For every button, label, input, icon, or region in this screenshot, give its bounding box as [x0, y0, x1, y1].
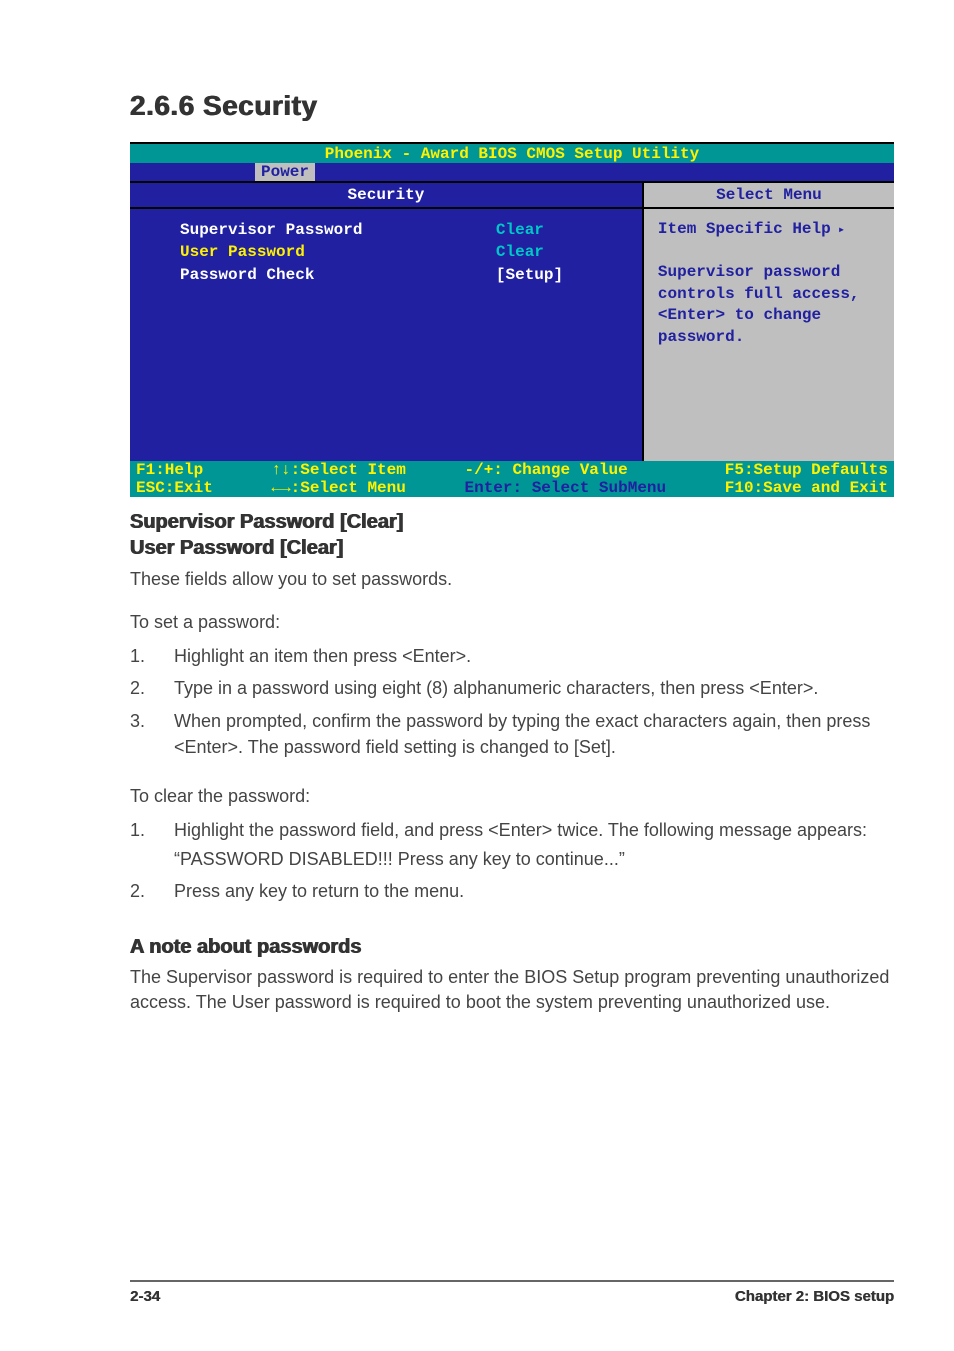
select-submenu: Enter: Select SubMenu: [464, 479, 666, 497]
esc-exit: ESC:Exit: [136, 479, 213, 497]
list-item: 1.Highlight an item then press <Enter>.: [130, 643, 894, 669]
bios-label: Supervisor Password: [180, 219, 496, 241]
clear-password-steps-2: 2.Press any key to return to the menu.: [130, 878, 894, 904]
bios-label: User Password: [180, 241, 496, 263]
setup-defaults: F5:Setup Defaults: [725, 461, 888, 479]
step-text: Type in a password using eight (8) alpha…: [174, 675, 894, 701]
note-body: The Supervisor password is required to e…: [130, 965, 894, 1015]
f1-help: F1:Help: [136, 461, 203, 479]
set-password-label: To set a password:: [130, 610, 894, 635]
section-heading: 2.6.6 Security: [130, 90, 894, 122]
bios-row-check: Password Check [Setup]: [180, 264, 616, 286]
bios-title: Phoenix - Award BIOS CMOS Setup Utility: [130, 144, 894, 163]
bios-label: Password Check: [180, 264, 496, 286]
chapter-label: Chapter 2: BIOS setup: [735, 1288, 894, 1305]
bios-screenshot: Phoenix - Award BIOS CMOS Setup Utility …: [130, 142, 894, 497]
disabled-message: “PASSWORD DISABLED!!! Press any key to c…: [174, 849, 894, 870]
set-password-steps: 1.Highlight an item then press <Enter>. …: [130, 643, 894, 759]
bios-value: Clear: [496, 241, 616, 263]
bios-value: [Setup]: [496, 264, 616, 286]
bios-help-title: Item Specific Help: [658, 219, 880, 241]
bios-row-user: User Password Clear: [180, 241, 616, 263]
subheading-supervisor: Supervisor Password [Clear]: [130, 509, 894, 535]
bios-help-body: Supervisor password controls full access…: [658, 262, 880, 348]
page-footer: 2-34 Chapter 2: BIOS setup: [130, 1280, 894, 1305]
bios-left-header: Security: [130, 183, 642, 209]
bios-right-header: Select Menu: [644, 183, 894, 209]
intro-text: These fields allow you to set passwords.: [130, 567, 894, 592]
bios-row-supervisor: Supervisor Password Clear: [180, 219, 616, 241]
list-item: 2.Press any key to return to the menu.: [130, 878, 894, 904]
bios-footer: F1:HelpESC:Exit ↑↓:Select Item←→:Select …: [130, 461, 894, 497]
bios-value: Clear: [496, 219, 616, 241]
step-text: Highlight an item then press <Enter>.: [174, 643, 894, 669]
step-text: Highlight the password field, and press …: [174, 817, 894, 843]
list-item: 1.Highlight the password field, and pres…: [130, 817, 894, 843]
select-item: ↑↓:Select Item: [271, 461, 405, 479]
bios-tab-row: Power: [130, 163, 894, 181]
step-text: Press any key to return to the menu.: [174, 878, 894, 904]
save-exit: F10:Save and Exit: [725, 479, 888, 497]
clear-password-label: To clear the password:: [130, 784, 894, 809]
bios-tab-power: Power: [255, 163, 315, 181]
step-text: When prompted, confirm the password by t…: [174, 708, 894, 760]
list-item: 2.Type in a password using eight (8) alp…: [130, 675, 894, 701]
page-number: 2-34: [130, 1288, 160, 1305]
clear-password-steps: 1.Highlight the password field, and pres…: [130, 817, 894, 843]
select-menu: ←→:Select Menu: [271, 479, 405, 497]
subheading-user: User Password [Clear]: [130, 535, 894, 561]
list-item: 3.When prompted, confirm the password by…: [130, 708, 894, 760]
change-value: -/+: Change Value: [464, 461, 627, 479]
note-heading: A note about passwords: [130, 936, 894, 959]
